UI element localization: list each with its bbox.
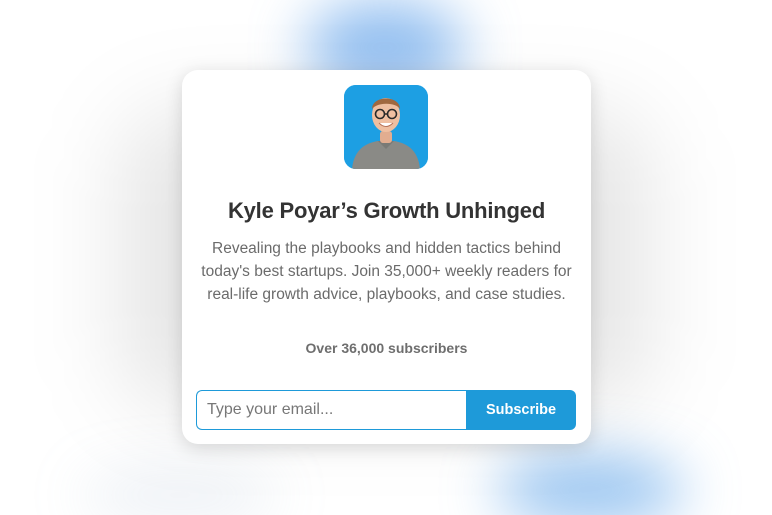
publication-description: Revealing the playbooks and hidden tacti… (201, 240, 572, 303)
background-blur-bottom-left (80, 470, 280, 515)
background-blur-bottom (495, 455, 685, 515)
subscribe-modal: Kyle Poyar’s Growth Unhinged Revealing t… (182, 70, 591, 444)
subscribe-form: Subscribe (196, 390, 576, 430)
email-input[interactable] (196, 390, 466, 430)
author-photo-icon (344, 85, 428, 169)
publication-title: Kyle Poyar’s Growth Unhinged (227, 198, 546, 223)
subscribe-button[interactable]: Subscribe (466, 390, 576, 430)
author-avatar (344, 85, 428, 169)
subscriber-count: Over 36,000 subscribers (305, 340, 468, 356)
